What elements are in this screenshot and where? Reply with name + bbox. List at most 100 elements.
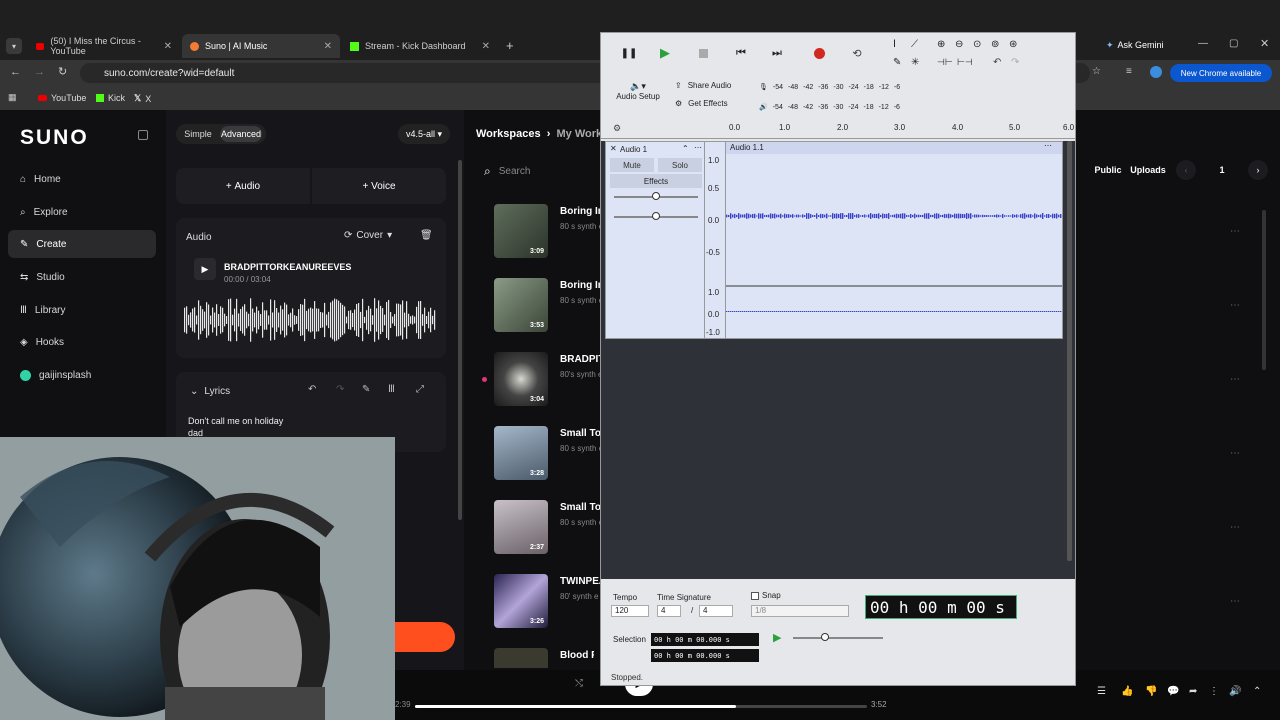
track-name[interactable]: Audio 1 [620, 145, 647, 154]
more-options-icon[interactable]: ⋯ [1230, 300, 1240, 311]
close-tab-icon[interactable]: ✕ [164, 41, 172, 52]
time-signature-numerator[interactable]: 4 [657, 605, 681, 617]
zoom-out-icon[interactable]: ⊖ [955, 39, 963, 50]
silence-icon[interactable]: ⊢⊣ [957, 57, 973, 68]
minimize-window-icon[interactable]: — [1198, 38, 1208, 49]
new-tab-button[interactable]: + [506, 38, 514, 53]
more-options-icon[interactable]: ⋮ [1209, 686, 1219, 697]
nav-studio[interactable]: ⇆ Studio [8, 263, 156, 291]
play-at-speed-button[interactable]: ▶ [773, 631, 781, 644]
time-display[interactable]: 00 h 00 m 00 s [865, 595, 1017, 619]
create-button[interactable] [395, 622, 455, 652]
track-scrollbar[interactable] [1067, 141, 1072, 561]
skip-start-button[interactable]: ⏮ [727, 39, 755, 67]
track-collapse-icon[interactable]: ⌃ [682, 144, 689, 153]
skip-end-button[interactable]: ⏭ [763, 39, 791, 67]
time-signature-denominator[interactable]: 4 [699, 605, 733, 617]
search-input[interactable]: ⌕ Search [484, 162, 604, 180]
bookmark-star-icon[interactable]: ☆ [1092, 66, 1101, 77]
comment-icon[interactable]: 💬 [1167, 686, 1179, 697]
nav-home[interactable]: ⌂ Home [8, 165, 156, 193]
solo-button[interactable]: Solo [658, 158, 702, 172]
record-meter[interactable]: 🎙 -54 -48 -42 -36 -30 -24 -18 -12 -6 [759, 79, 939, 95]
nav-create[interactable]: ✎ Create [8, 230, 156, 258]
effects-button[interactable]: Effects [610, 174, 702, 188]
tab-suno[interactable]: Suno | AI Music ✕ [182, 34, 340, 58]
selection-end-field[interactable]: 00 h 00 m 00.000 s [651, 649, 759, 662]
redo-icon[interactable]: ↷ [1011, 57, 1019, 68]
queue-icon[interactable]: ☰ [1097, 686, 1106, 697]
stop-button[interactable] [689, 39, 717, 67]
play-button[interactable]: ▶ [651, 39, 679, 67]
track-close-icon[interactable]: ✕ [610, 144, 617, 153]
nav-explore[interactable]: ⌕ Explore [8, 198, 156, 226]
mode-advanced-button[interactable]: Advanced [220, 126, 262, 142]
list-item[interactable]: 3:04 BRADPIT 80's synth e [494, 352, 604, 410]
reload-icon[interactable]: ↻ [58, 65, 67, 78]
close-tab-icon[interactable]: ✕ [482, 41, 490, 52]
more-options-icon[interactable]: ⋯ [1230, 448, 1240, 459]
more-options-icon[interactable]: ⋯ [1230, 226, 1240, 237]
audio-setup-button[interactable]: 🔈▾ Audio Setup [613, 81, 663, 111]
playback-speed-slider[interactable] [793, 633, 883, 641]
profile-avatar[interactable] [1150, 66, 1162, 78]
forward-icon[interactable]: → [34, 66, 45, 78]
timeline-ruler[interactable]: ⚙ 0.0 1.0 2.0 3.0 4.0 5.0 6.0 [601, 119, 1075, 139]
bookmark-youtube[interactable]: YouTube [38, 93, 86, 103]
new-chrome-available-button[interactable]: New Chrome available [1170, 64, 1272, 82]
edit-icon[interactable]: ✎ [362, 384, 370, 395]
uploads-filter[interactable]: Uploads [1128, 160, 1168, 180]
workspace-scrollbar[interactable] [1262, 210, 1266, 370]
tab-youtube[interactable]: (50) I Miss the Circus - YouTube ✕ [28, 34, 180, 58]
zoom-toggle-icon[interactable]: ⊛ [1009, 39, 1017, 50]
snap-checkbox[interactable]: Snap [751, 591, 781, 600]
model-select[interactable]: v4.5-all ▾ [398, 124, 450, 144]
more-options-icon[interactable]: ⋯ [1230, 522, 1240, 533]
nav-library[interactable]: Ⅲ Library [8, 296, 156, 324]
snap-select[interactable]: 1/8 [751, 605, 849, 617]
undo-icon[interactable]: ↶ [308, 384, 316, 395]
envelope-tool-icon[interactable]: ⟋ [911, 39, 918, 50]
maximize-window-icon[interactable]: ▢ [1229, 38, 1238, 49]
selection-tool-icon[interactable]: Ⅰ [893, 39, 896, 50]
list-item[interactable]: 2:37 Small Tow 80 s synth e [494, 500, 609, 558]
public-filter[interactable]: Public [1090, 160, 1126, 180]
trim-icon[interactable]: ⊣⊢ [937, 57, 953, 68]
timeline-settings-icon[interactable]: ⚙ [613, 123, 621, 134]
fit-selection-icon[interactable]: ⊙ [973, 39, 981, 50]
audio-clip[interactable]: Audio 1.1 ⋯ [725, 141, 1063, 339]
tempo-input[interactable]: 120 [611, 605, 649, 617]
library-icon[interactable]: Ⅲ [388, 384, 395, 395]
expand-player-icon[interactable]: ⌃ [1253, 686, 1261, 697]
list-item[interactable]: 3:09 Boring Im 80 s synth e [494, 204, 607, 262]
clip-waveform[interactable] [184, 296, 438, 344]
list-item[interactable]: Blood Red [494, 648, 594, 668]
player-progress-track[interactable] [415, 705, 867, 708]
pan-slider[interactable] [614, 212, 698, 220]
extensions-icon[interactable]: ≡ [1126, 66, 1132, 77]
gain-slider[interactable] [614, 192, 698, 200]
nav-profile[interactable]: gaijinsplash [8, 361, 156, 389]
share-icon[interactable]: ➦ [1189, 686, 1197, 697]
expand-icon[interactable]: ⤢ [416, 384, 424, 395]
dislike-icon[interactable]: 👎 [1145, 686, 1157, 697]
lyrics-toggle[interactable]: ⌄ Lyrics [190, 386, 230, 397]
record-button[interactable] [805, 39, 833, 67]
close-window-icon[interactable]: ✕ [1260, 37, 1269, 50]
share-audio-button[interactable]: ⇪ Share Audio [675, 81, 731, 90]
playback-meter[interactable]: 🔊 -54 -48 -42 -36 -30 -24 -18 -12 -6 [759, 99, 939, 115]
suno-logo[interactable]: SUNO [20, 126, 89, 150]
fit-project-icon[interactable]: ⊚ [991, 39, 999, 50]
clip-menu-icon[interactable]: ⋯ [1044, 141, 1052, 150]
pause-button[interactable]: ❚❚ [615, 39, 643, 67]
lyrics-text-line2[interactable]: dad [188, 428, 203, 436]
apps-grid-icon[interactable]: ▦ [8, 92, 17, 103]
panel-scrollbar[interactable] [458, 160, 462, 520]
lyrics-text[interactable]: Don't call me on holiday [188, 416, 283, 426]
draw-tool-icon[interactable]: ✎ [893, 57, 901, 68]
bookmark-x[interactable]: 𝕏X [134, 93, 151, 104]
redo-icon[interactable]: ↷ [336, 384, 344, 395]
get-effects-button[interactable]: ⚙ Get Effects [675, 99, 728, 108]
close-tab-icon[interactable]: ✕ [324, 41, 332, 52]
like-icon[interactable]: 👍 [1121, 686, 1133, 697]
